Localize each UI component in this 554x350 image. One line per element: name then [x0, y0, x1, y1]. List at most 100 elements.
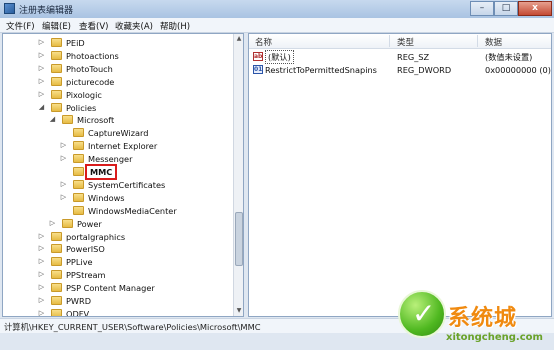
folder-icon [51, 38, 62, 47]
close-button[interactable]: x [518, 1, 552, 16]
folder-icon [73, 128, 84, 138]
tree-item[interactable]: CaptureWizard [3, 127, 231, 139]
registry-key-tree[interactable]: ▲ ▼ ▷ PEiD ▷ Photoactions ▷ PhotoTouch ▷ pictur… [2, 33, 244, 317]
tree-item-label: Internet Explorer [88, 141, 158, 152]
tree-item[interactable]: ▷ PPLive [3, 256, 231, 268]
tree-item[interactable]: ◢ Microsoft [3, 114, 231, 126]
tree-item[interactable]: ▷ Internet Explorer [3, 140, 231, 152]
watermark-logo-icon: ✓ [398, 290, 446, 338]
string-value-icon: ab [253, 52, 263, 61]
column-header-data[interactable]: 数据 [485, 36, 502, 48]
expander-icon[interactable]: ▷ [38, 297, 45, 304]
title-bar[interactable]: 注册表编辑器 – □ x [0, 0, 554, 18]
tree-item[interactable]: ▷ PhotoTouch [3, 63, 231, 75]
folder-icon [73, 141, 84, 151]
tree-item[interactable]: ◢ Policies [3, 102, 231, 114]
folder-icon [51, 89, 62, 99]
column-header-type[interactable]: 类型 [397, 36, 414, 48]
list-item[interactable]: 01 RestrictToPermittedSnapins REG_DWORD … [249, 64, 551, 76]
column-divider[interactable] [389, 35, 390, 47]
tree-item[interactable]: ▷ Photoactions [3, 50, 231, 62]
tree-item[interactable]: ▷ QDFV [3, 308, 231, 317]
scroll-down-arrow-icon[interactable]: ▼ [234, 306, 243, 316]
expander-icon[interactable]: ▷ [38, 271, 45, 278]
tree-item[interactable]: ▷ PSP Content Manager [3, 282, 231, 294]
expander-icon[interactable]: ▷ [60, 142, 67, 149]
list-header: 名称 类型 数据 [249, 34, 551, 49]
tree-item-label: PPLive [66, 257, 93, 268]
tree-item[interactable]: ▷ PowerISO [3, 243, 231, 255]
expander-icon[interactable]: ▷ [38, 39, 45, 46]
expander-icon[interactable]: ▷ [38, 90, 45, 98]
expander-icon[interactable] [60, 129, 67, 136]
expander-icon[interactable]: ▷ [49, 219, 56, 227]
tree-item-label: WindowsMediaCenter [88, 205, 177, 216]
expander-icon[interactable]: ◢ [38, 103, 45, 111]
minimize-button[interactable]: – [470, 1, 494, 16]
expander-icon[interactable]: ▷ [60, 180, 67, 188]
tree-item[interactable]: ▷ Pixologic [3, 89, 231, 101]
tree-item-label: QDFV [66, 308, 90, 317]
folder-icon [51, 296, 62, 305]
tree-item[interactable]: ▷ portalgraphics [3, 231, 231, 243]
column-header-name[interactable]: 名称 [255, 36, 272, 48]
folder-icon [73, 192, 84, 202]
list-item[interactable]: ab (默认) REG_SZ (数值未设置) [249, 50, 551, 64]
expander-icon[interactable]: ▷ [38, 64, 45, 72]
folder-icon [73, 205, 84, 215]
folder-icon [73, 167, 84, 176]
tree-item-label: PEiD [66, 38, 85, 48]
menu-help[interactable]: 帮助(H) [160, 20, 190, 32]
expander-icon[interactable]: ▷ [38, 245, 45, 252]
tree-item[interactable]: ▷ Power [3, 218, 231, 230]
tree-item-label: PSP Content Manager [66, 283, 155, 294]
folder-icon [62, 218, 73, 228]
watermark-text: 系统城 [448, 305, 518, 331]
tree-item[interactable]: WindowsMediaCenter [3, 205, 231, 217]
window-title: 注册表编辑器 [19, 6, 74, 16]
folder-icon [51, 231, 62, 241]
expander-icon[interactable] [60, 168, 67, 175]
menu-edit[interactable]: 编辑(E) [42, 20, 71, 32]
expander-icon[interactable]: ▷ [38, 284, 45, 291]
expander-icon[interactable] [60, 207, 67, 214]
watermark-url: xitongcheng.com [446, 332, 543, 343]
expander-icon[interactable]: ▷ [60, 193, 67, 201]
scroll-up-arrow-icon[interactable]: ▲ [234, 34, 243, 44]
value-type: REG_DWORD [397, 65, 452, 75]
tree-item-label: Power [77, 218, 102, 229]
maximize-button[interactable]: □ [494, 1, 518, 16]
tree-item[interactable]: ▷ SystemCertificates [3, 179, 231, 191]
value-data: 0x00000000 (0) [485, 65, 551, 75]
tree-item-label-selected: MMC [85, 164, 118, 180]
expander-icon[interactable]: ▷ [38, 309, 45, 316]
tree-item-label: CaptureWizard [88, 128, 149, 139]
menu-favorites[interactable]: 收藏夹(A) [115, 20, 153, 32]
tree-item[interactable]: MMC [3, 164, 231, 180]
value-name: RestrictToPermittedSnapins [265, 65, 377, 75]
menu-view[interactable]: 查看(V) [79, 20, 108, 32]
folder-icon [62, 115, 73, 125]
scroll-thumb[interactable] [235, 212, 243, 266]
tree-item-label: Pixologic [66, 89, 102, 100]
tree-item[interactable]: ▷ PPStream [3, 269, 231, 281]
expander-icon[interactable]: ▷ [38, 232, 45, 240]
folder-icon [51, 283, 62, 293]
tree-item[interactable]: ▷ PWRD [3, 295, 231, 307]
tree-item[interactable]: ▷ picturecode [3, 76, 231, 88]
column-divider[interactable] [477, 35, 478, 47]
expander-icon[interactable]: ▷ [38, 258, 45, 265]
menu-file[interactable]: 文件(F) [6, 20, 35, 32]
expander-icon[interactable]: ▷ [60, 155, 67, 162]
tree-scrollbar[interactable]: ▲ ▼ [233, 34, 243, 316]
expander-icon[interactable]: ▷ [38, 51, 45, 59]
tree-item[interactable]: ▷ PEiD [3, 37, 231, 49]
expander-icon[interactable]: ◢ [49, 116, 56, 123]
tree-item-label: Microsoft [77, 115, 115, 126]
folder-icon [73, 179, 84, 189]
folder-icon [51, 50, 62, 60]
folder-icon [51, 244, 62, 254]
expander-icon[interactable]: ▷ [38, 77, 45, 85]
value-type: REG_SZ [397, 52, 430, 62]
tree-item[interactable]: ▷ Windows [3, 192, 231, 204]
